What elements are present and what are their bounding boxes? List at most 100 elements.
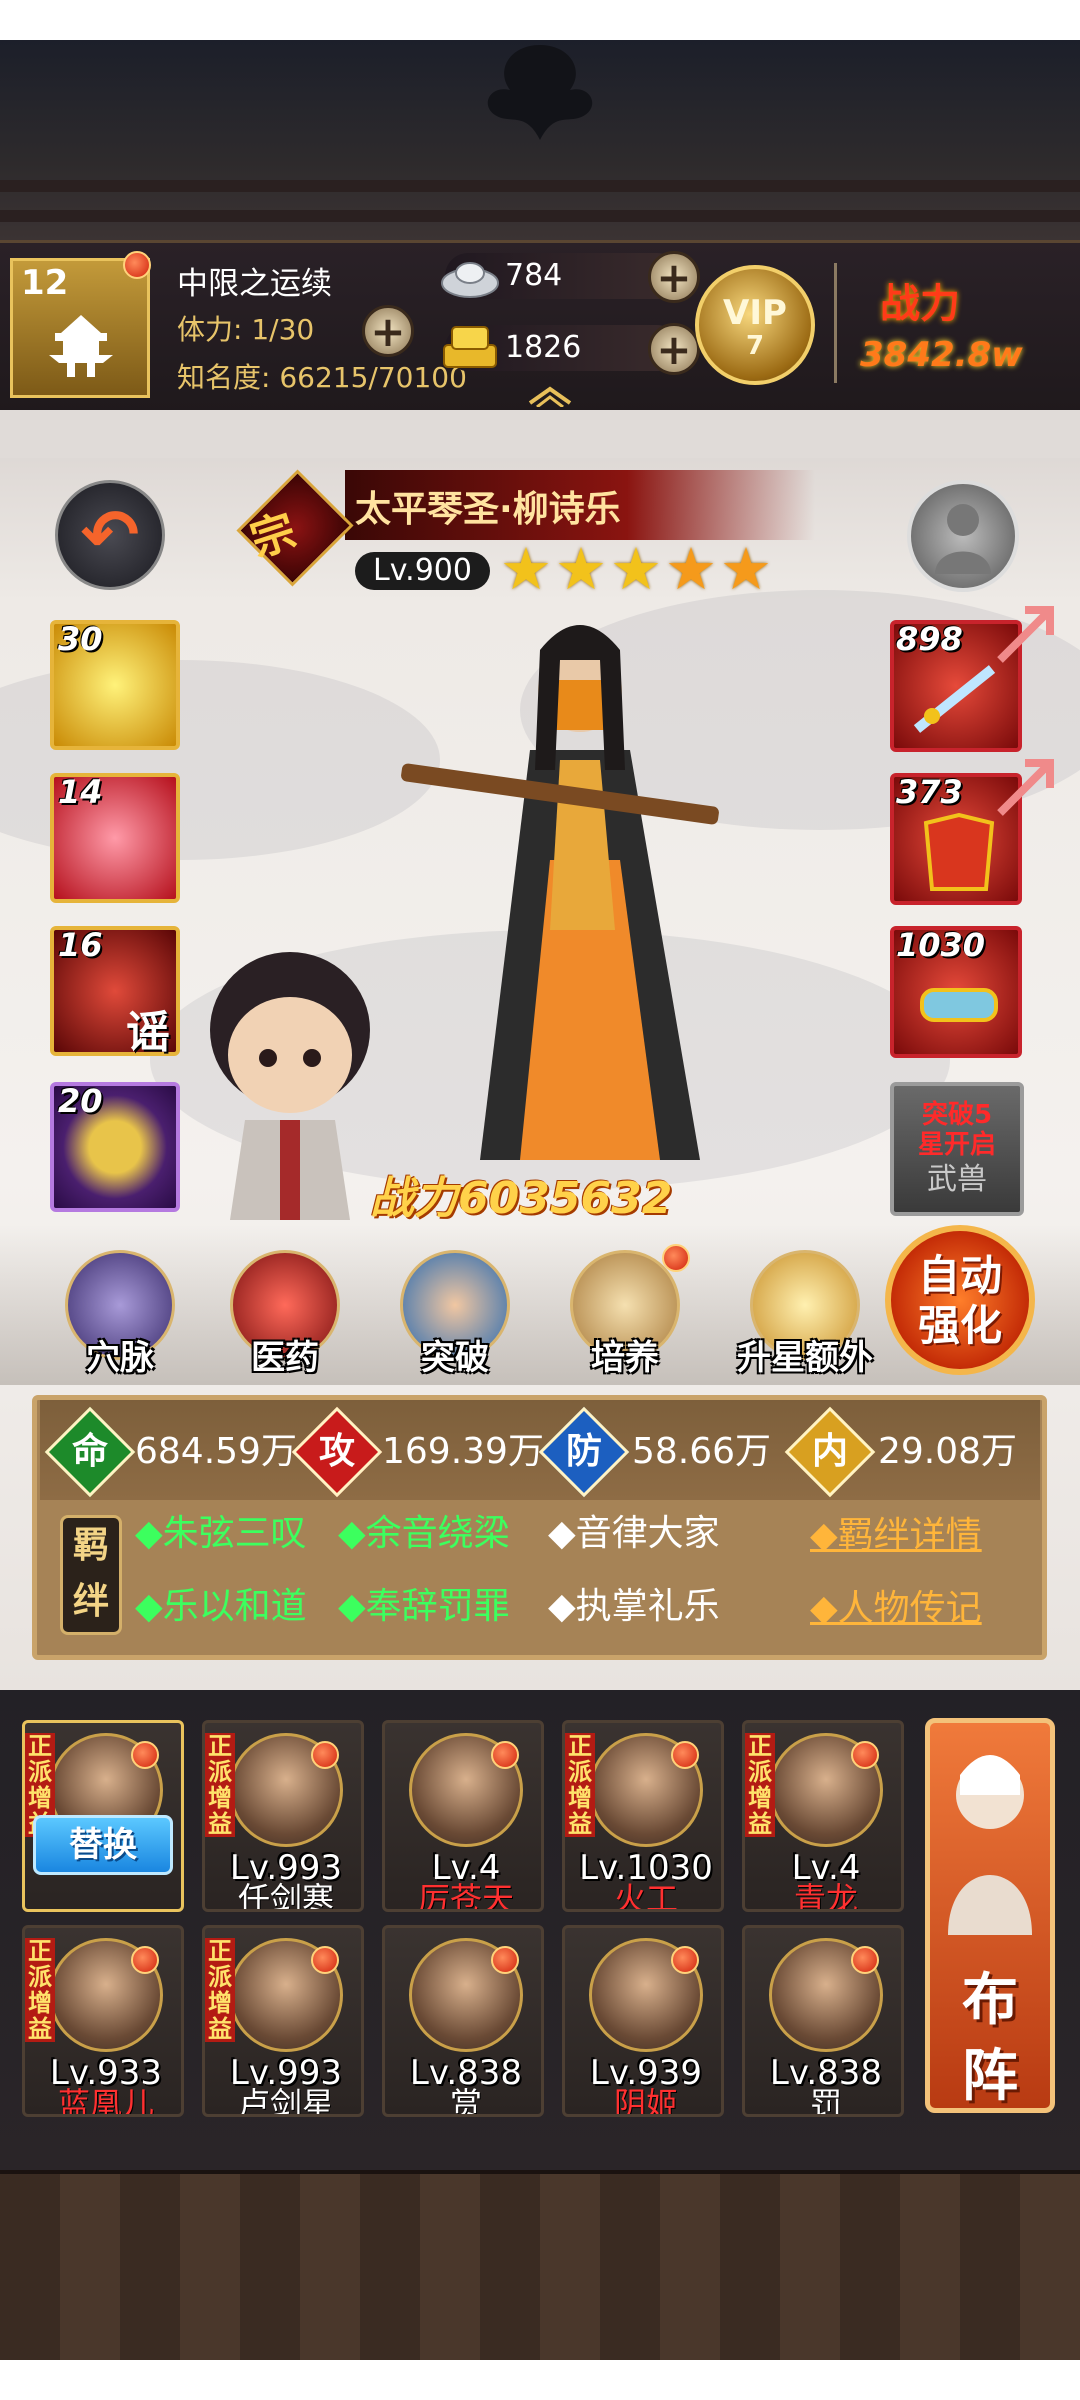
function-label: 医药: [251, 1338, 319, 1378]
inner-power-value: 29.08万: [878, 1431, 1018, 1472]
replace-button[interactable]: 替换: [33, 1815, 173, 1875]
hero-level: Lv.900: [355, 552, 490, 590]
faction-bonus-tag: 正派增益: [25, 1938, 55, 2042]
team-member-slot[interactable]: 正派增益 Lv.933 蓝凰儿: [22, 1925, 184, 2117]
bond-item: ◆音律大家: [548, 1513, 720, 1554]
skill-slot-4[interactable]: 20: [50, 1082, 180, 1212]
team-member-slot[interactable]: 正派增益 Lv.1030 火工: [562, 1720, 724, 1912]
beast-unlock-line1: 突破5: [921, 1100, 993, 1130]
team-member-slot[interactable]: 正派增益 Lv.993 任剑寒: [202, 1720, 364, 1912]
vip-label: VIP: [723, 293, 787, 333]
total-power-label: 战力: [880, 281, 960, 327]
silver-ingot-icon: [441, 262, 499, 298]
add-silver-button[interactable]: +: [648, 251, 700, 303]
add-stamina-button[interactable]: +: [362, 305, 414, 357]
function-label: 穴脉: [86, 1338, 154, 1378]
hero-portrait: [401, 625, 719, 1160]
player-level-box[interactable]: 12: [10, 251, 151, 398]
add-gold-button[interactable]: +: [648, 323, 700, 375]
skill-slot-3[interactable]: 16 谣: [50, 926, 180, 1058]
hero-combat-power: 战力6035632: [370, 1173, 673, 1224]
notification-dot: [131, 1741, 159, 1769]
fame-label: 知名度: 66215/70100: [177, 361, 467, 394]
gold-ingot-icon: [443, 326, 497, 368]
inner-power-char: 内: [811, 1431, 848, 1472]
warrior-silhouette-icon: [935, 504, 991, 574]
team-member-slot[interactable]: 正派增益替换: [22, 1720, 184, 1912]
team-member-slot[interactable]: Lv.838 罚: [742, 1925, 904, 2117]
wooden-floor-background: [0, 2170, 1080, 2364]
scroll-icon: [920, 988, 998, 1022]
member-name: 厉苍天: [417, 1880, 514, 1912]
function-label: 突破: [421, 1338, 489, 1378]
weapon-icon: [913, 665, 996, 733]
martial-beast-slot[interactable]: 突破5 星开启 武兽: [890, 1082, 1024, 1216]
formation-label-2: 阵: [962, 2044, 1018, 2109]
upgrade-arrow-icon: [997, 759, 1054, 816]
hero-name: 太平琴圣·柳诗乐: [355, 489, 621, 530]
meridian-button[interactable]: 穴脉: [55, 1250, 185, 1379]
formation-button[interactable]: 布 阵: [925, 1718, 1055, 2113]
hp-char: 命: [71, 1431, 108, 1472]
bottom-margin: [0, 2360, 1080, 2400]
skill-slot-1[interactable]: 30: [50, 620, 180, 750]
notification-dot: [851, 1741, 879, 1769]
team-member-slot[interactable]: Lv.4 厉苍天: [382, 1720, 544, 1912]
bond-item: ◆奉辞罚罪: [338, 1586, 510, 1627]
equipment-level: 373: [896, 773, 963, 811]
armor-icon: [923, 813, 995, 891]
back-button[interactable]: ↶: [55, 480, 165, 590]
auto-enhance-line2: 强化: [917, 1301, 1002, 1350]
skill-slot-2[interactable]: 14: [50, 773, 180, 903]
skill-level: 20: [58, 1082, 103, 1120]
faction-bonus-tag: 正派增益: [205, 1733, 235, 1837]
beast-label: 武兽: [927, 1162, 987, 1197]
bond-item: ◆乐以和道: [135, 1586, 307, 1627]
vip-badge[interactable]: VIP 7: [695, 265, 815, 385]
hp-value: 684.59万: [135, 1431, 297, 1472]
star-up-extra-button[interactable]: 升星额外: [730, 1250, 880, 1379]
team-member-slot[interactable]: Lv.939 阴姬: [562, 1925, 724, 2117]
gold-amount: 1826: [505, 330, 582, 365]
vip-level: 7: [745, 331, 765, 361]
cultivate-button[interactable]: 培养: [560, 1244, 690, 1379]
formation-art: [948, 1755, 1032, 1935]
equipment-slot-3[interactable]: 1030: [890, 926, 1022, 1058]
notification-dot: [131, 1946, 159, 1974]
member-name: 阴姬: [613, 2085, 678, 2117]
roof-ornament-icon: [487, 45, 593, 140]
pagoda-icon: [49, 315, 113, 377]
faction-bonus-tag: 正派增益: [205, 1938, 235, 2042]
notification-dot: [662, 1244, 690, 1272]
notification-dot: [491, 1946, 519, 1974]
member-name: 任剑寒: [237, 1880, 334, 1912]
function-label: 升星额外: [737, 1338, 873, 1378]
expand-chevron-icon[interactable]: [525, 383, 575, 407]
header-divider: [834, 263, 837, 383]
medicine-button[interactable]: 医药: [220, 1250, 350, 1379]
member-name: 火工: [613, 1880, 678, 1912]
member-name: 赏: [449, 2085, 482, 2117]
equipment-level: 898: [896, 620, 963, 658]
star-icon: ★: [555, 535, 607, 603]
function-label: 培养: [591, 1338, 659, 1378]
total-power-value: 3842.8w: [860, 335, 1023, 375]
biography-link[interactable]: ◆人物传记: [810, 1587, 982, 1631]
bond-item: ◆执掌礼乐: [548, 1586, 720, 1627]
breakthrough-button[interactable]: 突破: [390, 1250, 520, 1379]
player-header: 12 中限之运续 体力: 1/30 + 知名度: 66215/70100 784…: [0, 240, 1080, 416]
auto-enhance-button[interactable]: 自动 强化: [885, 1225, 1035, 1375]
upgrade-arrow-icon: [997, 606, 1054, 663]
star-icon: ★: [665, 535, 717, 603]
bond-item: ◆余音绕梁: [338, 1513, 510, 1554]
bond-details-link[interactable]: ◆羁绊详情: [810, 1514, 982, 1558]
team-member-slot[interactable]: Lv.838 赏: [382, 1925, 544, 2117]
notification-dot: [671, 1946, 699, 1974]
player-name: 中限之运续: [177, 266, 332, 302]
team-member-slot[interactable]: 正派增益 Lv.4 青龙: [742, 1720, 904, 1912]
equipment-level: 1030: [896, 926, 986, 964]
martial-beast-button[interactable]: [907, 480, 1019, 592]
team-member-slot[interactable]: 正派增益 Lv.993 卢剑星: [202, 1925, 364, 2117]
auto-enhance-line1: 自动: [917, 1251, 1002, 1300]
defense-char: 防: [565, 1431, 602, 1472]
